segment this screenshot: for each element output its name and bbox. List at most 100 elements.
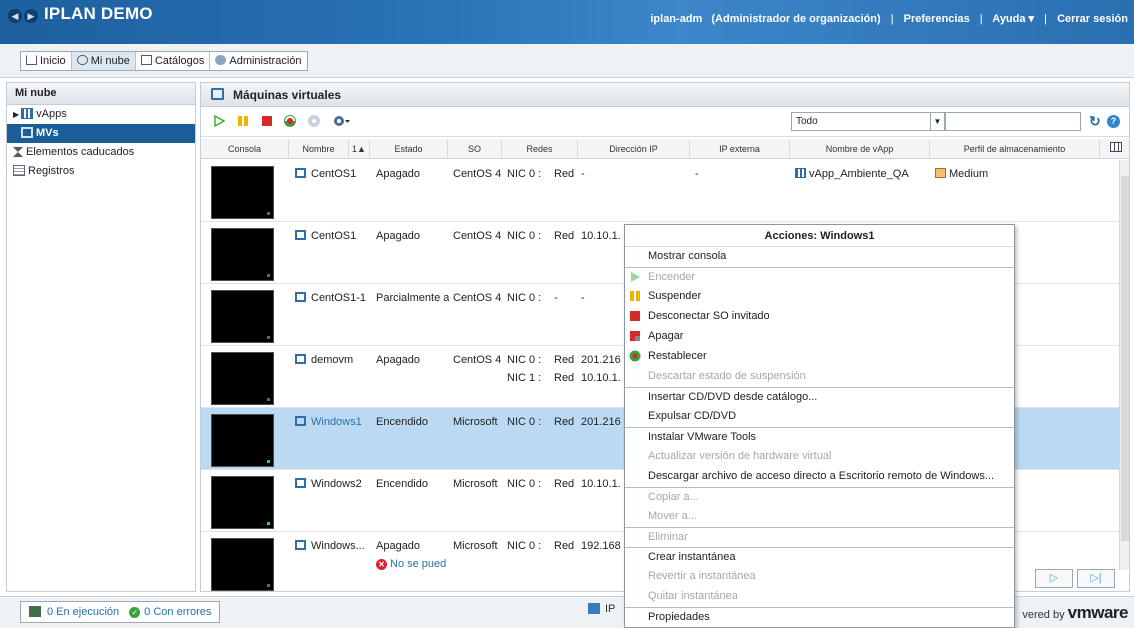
console-thumbnail[interactable]: [211, 414, 274, 467]
context-menu-item: Actualizar versión de hardware virtual: [625, 447, 1014, 467]
col-perfil[interactable]: Perfil de almacenamiento: [930, 139, 1100, 159]
media-icon[interactable]: [307, 114, 321, 128]
cell-name[interactable]: demovm: [295, 354, 353, 366]
tab-administracion[interactable]: Administración: [210, 52, 306, 70]
cell-nic: NIC 0 :: [507, 230, 542, 242]
cell-name[interactable]: Windows2: [295, 478, 362, 490]
log-icon: [13, 165, 25, 176]
tab-mi-nube[interactable]: Mi nube: [71, 52, 136, 70]
sidebar-item-vapps[interactable]: ▶ vApps: [7, 105, 195, 124]
col-ip-externa[interactable]: IP externa: [690, 139, 790, 159]
cell-nic: NIC 0 :: [507, 416, 542, 428]
tab-label: Mi nube: [90, 55, 130, 67]
console-thumbnail[interactable]: [211, 352, 274, 405]
back-arrow-icon[interactable]: ◀: [8, 9, 22, 23]
context-menu-item[interactable]: Instalar VMware Tools: [625, 427, 1014, 447]
col-ip[interactable]: Dirección IP: [578, 139, 690, 159]
console-thumbnail[interactable]: [211, 476, 274, 529]
vm-name[interactable]: demovm: [311, 354, 353, 366]
console-thumbnail[interactable]: [211, 166, 274, 219]
vm-name[interactable]: Windows1: [311, 416, 362, 428]
context-menu-item-label: Apagar: [648, 330, 684, 342]
col-consola[interactable]: Consola: [201, 139, 289, 159]
power-indicator-icon: [267, 398, 270, 401]
help-menu[interactable]: Ayuda ▾: [992, 13, 1034, 25]
sidebar-item-expired[interactable]: Elementos caducados: [7, 143, 195, 162]
cell-os: CentOS 4: [453, 354, 502, 366]
sort-indicator[interactable]: 1▲: [349, 139, 370, 159]
filter-dropdown[interactable]: Todo ▼: [791, 112, 945, 131]
status-mid-text: IP: [605, 603, 616, 615]
cell-profile: Medium: [935, 168, 988, 180]
cell-name[interactable]: Windows1: [295, 416, 362, 428]
col-vapp[interactable]: Nombre de vApp: [790, 139, 930, 159]
search-input[interactable]: [945, 112, 1081, 131]
vm-name[interactable]: Windows...: [311, 540, 365, 552]
col-nombre[interactable]: Nombre: [289, 139, 349, 159]
cell-name[interactable]: Windows...: [295, 540, 365, 552]
error-status[interactable]: ✕ No se pued: [376, 558, 446, 570]
context-menu-item[interactable]: Desconectar SO invitado: [625, 307, 1014, 327]
play-icon[interactable]: [213, 115, 225, 127]
power-indicator-icon: [267, 460, 270, 463]
context-menu-item: Eliminar: [625, 527, 1014, 547]
vm-name[interactable]: CentOS1-1: [311, 292, 366, 304]
chevron-down-icon[interactable]: ▼: [930, 113, 944, 130]
cell-vapp[interactable]: vApp_Ambiente_QA: [795, 168, 909, 180]
context-menu-item[interactable]: Crear instantánea: [625, 547, 1014, 567]
pager: ▷ ▷|: [1031, 569, 1115, 588]
context-menu-item-label: Descargar archivo de acceso directo a Es…: [648, 470, 995, 482]
context-menu-item[interactable]: Restablecer: [625, 347, 1014, 367]
stop-icon[interactable]: [261, 115, 273, 127]
tab-inicio[interactable]: Inicio: [21, 52, 72, 70]
vapp-name[interactable]: vApp_Ambiente_QA: [809, 168, 909, 180]
expand-arrow-icon[interactable]: ▶: [13, 110, 19, 119]
tab-catalogos[interactable]: Catálogos: [136, 52, 211, 70]
preferences-link[interactable]: Preferencias: [904, 13, 970, 25]
console-thumbnail[interactable]: [211, 538, 274, 591]
forward-arrow-icon[interactable]: ▶: [24, 9, 38, 23]
sidebar-item-logs[interactable]: Registros: [7, 162, 195, 181]
context-menu-item[interactable]: Apagar: [625, 327, 1014, 347]
task-status[interactable]: 0 En ejecución ✓ 0 Con errores: [20, 601, 221, 623]
refresh-icon[interactable]: ↻: [1089, 113, 1101, 130]
console-thumbnail[interactable]: [211, 290, 274, 343]
vm-name[interactable]: CentOS1: [311, 230, 356, 242]
context-menu-item-label: Revertir a instantánea: [648, 570, 756, 582]
cell-name[interactable]: CentOS1-1: [295, 292, 366, 304]
vertical-scrollbar[interactable]: [1119, 160, 1129, 570]
console-thumbnail[interactable]: [211, 228, 274, 281]
context-menu-item[interactable]: Insertar CD/DVD desde catálogo...: [625, 387, 1014, 407]
gear-icon[interactable]: [333, 114, 351, 128]
help-icon[interactable]: ?: [1107, 115, 1120, 128]
scrollbar-thumb[interactable]: [1121, 176, 1129, 541]
cell-ip: 201.216: [581, 416, 621, 428]
col-estado[interactable]: Estado: [370, 139, 448, 159]
col-so[interactable]: SO: [448, 139, 502, 159]
next-page-button[interactable]: ▷: [1035, 569, 1073, 588]
cell-os: CentOS 4: [453, 292, 502, 304]
tab-label: Inicio: [40, 55, 66, 67]
nav-arrows[interactable]: ◀ ▶: [8, 9, 40, 23]
cloud-icon: [76, 55, 88, 65]
context-menu-item[interactable]: Expulsar CD/DVD: [625, 407, 1014, 427]
last-page-button[interactable]: ▷|: [1077, 569, 1115, 588]
cell-ip: 10.10.1.: [581, 478, 621, 490]
context-menu-item[interactable]: Suspender: [625, 287, 1014, 307]
sidebar-item-mvs[interactable]: MVs: [7, 124, 195, 143]
cell-name[interactable]: CentOS1: [295, 168, 356, 180]
cell-state: Apagado: [376, 230, 421, 242]
col-redes[interactable]: Redes: [502, 139, 578, 159]
logout-link[interactable]: Cerrar sesión: [1057, 13, 1128, 25]
columns-icon[interactable]: [1100, 139, 1129, 159]
table-row[interactable]: CentOS1 Apagado CentOS 4 NIC 0 : Red - - vApp_A…: [201, 160, 1119, 222]
vm-name[interactable]: Windows2: [311, 478, 362, 490]
context-menu-item[interactable]: Mostrar consola: [625, 247, 1014, 267]
reset-icon[interactable]: [283, 114, 297, 128]
cell-name[interactable]: CentOS1: [295, 230, 356, 242]
vm-name[interactable]: CentOS1: [311, 168, 356, 180]
pause-icon[interactable]: [237, 115, 249, 127]
context-menu-item[interactable]: Propiedades: [625, 607, 1014, 627]
context-menu-item[interactable]: Descargar archivo de acceso directo a Es…: [625, 467, 1014, 487]
cell-ip: -: [581, 168, 585, 180]
